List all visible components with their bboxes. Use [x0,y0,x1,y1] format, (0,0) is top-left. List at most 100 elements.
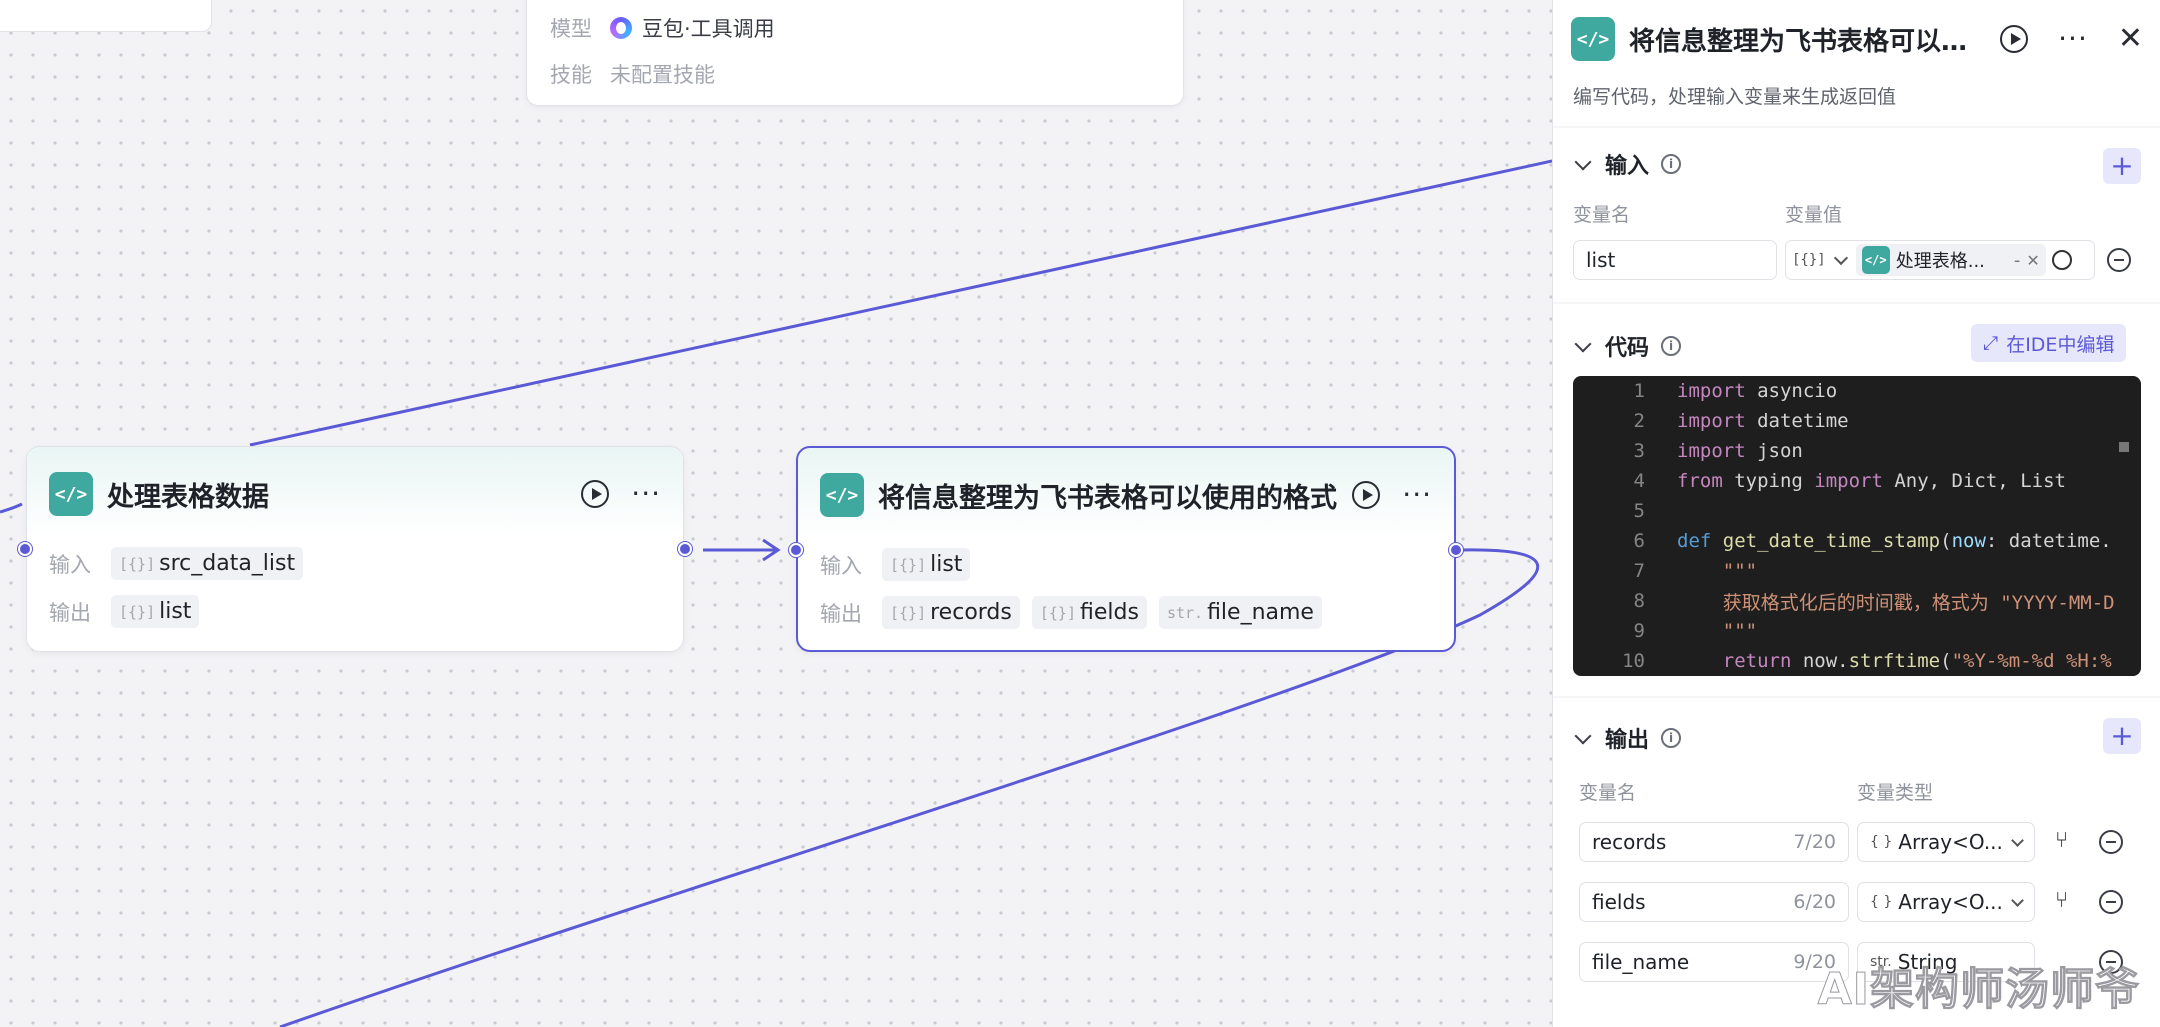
type-icon: { } [1870,894,1893,910]
remove-output-icon[interactable] [2099,830,2123,854]
workflow-canvas[interactable]: 模型 豆包·工具调用 技能 未配置技能 </> 处理表格数据 ··· 输入 [{… [0,0,1552,1027]
type-icon: { } [1870,834,1893,850]
node-input-row: 输入 [{}] src_data_list [49,547,304,580]
type-text: Array<O... [1898,890,2003,914]
node-title: 将信息整理为飞书表格可以使用的格式 [878,482,1337,514]
partial-node-card[interactable] [0,0,212,32]
node-header: </> 将信息整理为飞书表格可以使用的格式 ··· [820,472,1432,518]
edit-in-ide-button[interactable]: ⤢ 在IDE中编辑 [1971,324,2127,362]
run-node-button[interactable] [581,480,610,508]
edge-left-in [0,502,23,514]
output-tag: [{}] fields [1031,596,1147,629]
panel-title: 将信息整理为飞书表格可以使用的格式 [1629,26,1976,57]
run-node-button[interactable] [1352,481,1381,509]
more-options-icon[interactable]: ··· [631,480,661,508]
clear-icon[interactable]: ✕ [2026,251,2039,270]
code-line: 9 """ [1633,620,1758,642]
panel-header: </> 将信息整理为飞书表格可以使用的格式 ··· ✕ 编写代码，处理输入变量来… [1553,0,2160,126]
output-section-header[interactable]: 输出 i [1573,722,1682,754]
node-title: 处理表格数据 [107,481,269,513]
output-var-name-field[interactable]: records 7/20 [1579,822,1849,862]
add-output-button[interactable]: + [2103,718,2141,754]
output-var-name-field[interactable]: file_name 9/20 [1579,942,1849,982]
chevron-down-icon [2011,833,2024,847]
reference-text: 处理表格... [1895,251,1985,272]
input-name: src_data_list [159,551,296,576]
ide-button-label: 在IDE中编辑 [2006,333,2115,356]
reference-separator: - [2013,249,2021,271]
more-options-icon[interactable]: ··· [1402,481,1432,509]
node-output-row: 输出 [{}] list [49,595,200,628]
code-icon: </> [1861,246,1890,274]
run-node-button[interactable] [2000,25,2029,53]
chevron-down-icon [1574,727,1592,745]
var-name-text: fields [1592,890,1646,914]
type-icon: [{}] [119,602,156,621]
output-port[interactable] [678,542,692,556]
model-value: 豆包·工具调用 [610,13,775,43]
input-var-value-field[interactable]: [{}] </> 处理表格... - ✕ [1785,240,2095,280]
close-icon[interactable]: ✕ [2118,24,2143,54]
add-child-icon[interactable]: ⑂ [2055,888,2068,913]
input-tag: [{}] src_data_list [111,547,304,580]
output-type-select[interactable]: { } Array<O... [1857,822,2035,862]
input-port[interactable] [18,542,32,556]
output-label: 输出 [49,600,91,625]
node-config-panel: </> 将信息整理为飞书表格可以使用的格式 ··· ✕ 编写代码，处理输入变量来… [1552,0,2160,1027]
node-header: </> 处理表格数据 ··· [49,471,661,517]
type-icon: str. [1166,603,1204,622]
model-row: 模型 豆包·工具调用 [550,13,775,43]
add-input-button[interactable]: + [2103,148,2141,184]
section-title: 输出 [1605,728,1650,753]
output-var-name-field[interactable]: fields 6/20 [1579,882,1849,922]
output-name: list [159,599,192,624]
code-section-header[interactable]: 代码 i [1573,330,1682,362]
var-name-text: records [1592,830,1667,854]
code-line: 4 from typing import Any, Dict, List [1633,470,2066,492]
output-tag: [{}] records [882,596,1020,629]
input-section-header[interactable]: 输入 i [1573,148,1682,180]
add-child-icon[interactable]: ⑂ [2055,828,2068,853]
type-select[interactable]: [{}] [1792,252,1826,268]
code-line: 5 [1633,500,1645,522]
chevron-down-icon[interactable] [1833,250,1848,266]
output-name: file_name [1207,600,1314,625]
code-node-format-feishu[interactable]: </> 将信息整理为飞书表格可以使用的格式 ··· 输入 [{}] list 输出… [789,446,1463,652]
input-name: list [930,552,963,577]
remove-output-icon[interactable] [2099,890,2123,914]
code-line: 6 def get_date_time_stamp(now: datetime. [1633,530,2112,552]
doubao-logo-icon [610,17,632,39]
var-name-text: file_name [1592,950,1690,974]
code-icon: </> [1571,17,1615,61]
output-label: 输出 [820,601,862,626]
more-options-icon[interactable]: ··· [2058,25,2088,53]
code-line: 3 import json [1633,440,1803,462]
output-tag: str. file_name [1158,596,1322,629]
output-type-select[interactable]: { } Array<O... [1857,882,2035,922]
col-label-name: 变量名 [1579,782,1637,804]
code-icon: </> [820,473,864,517]
edge-node1-to-top [249,159,1552,447]
output-port[interactable] [1449,543,1463,557]
input-port[interactable] [789,543,803,557]
remove-input-icon[interactable] [2107,248,2131,272]
output-tag: [{}] list [111,595,200,628]
input-var-name-field[interactable]: list [1573,240,1777,280]
code-node-process-table[interactable]: </> 处理表格数据 ··· 输入 [{}] src_data_list 输出 [… [18,446,692,652]
code-line: 7 """ [1633,560,1758,582]
code-editor[interactable]: 1 import asyncio 2 import datetime 3 import… [1573,376,2141,676]
scroll-marker [2119,442,2129,452]
chevron-down-icon [2011,893,2024,907]
input-label: 输入 [820,553,862,578]
output-name: fields [1080,600,1139,625]
info-icon[interactable]: i [1661,336,1682,356]
var-name-text: list [1586,248,1616,272]
agent-node-card[interactable]: 模型 豆包·工具调用 技能 未配置技能 [526,0,1184,106]
info-icon[interactable]: i [1661,728,1682,748]
chevron-down-icon [1574,153,1592,171]
watermark: AI架构师汤师爷 [1817,964,2140,1016]
target-icon[interactable] [2051,250,2072,270]
node-output-row: 输出 [{}] records [{}] fields str. file_name [820,596,1322,629]
info-icon[interactable]: i [1661,154,1682,174]
chevron-down-icon [1574,335,1592,353]
